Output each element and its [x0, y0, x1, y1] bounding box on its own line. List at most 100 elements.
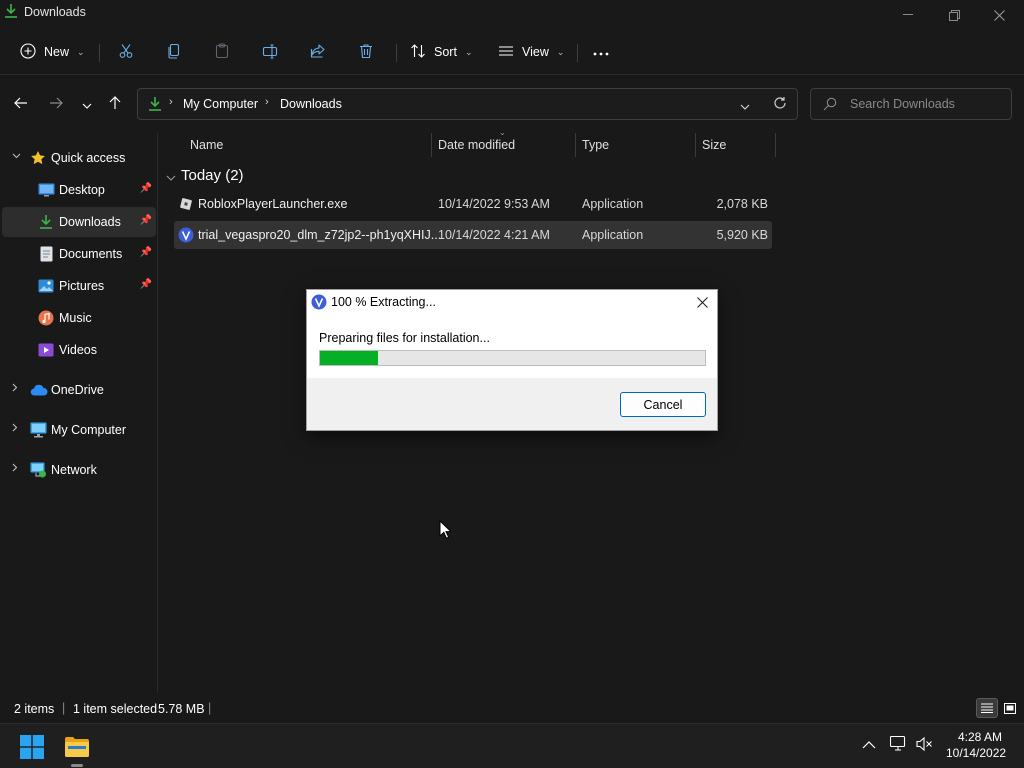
share-button[interactable] [300, 38, 336, 66]
search-placeholder: Search Downloads [850, 97, 955, 111]
forward-button[interactable] [43, 93, 69, 117]
sidebar-item-my-computer[interactable]: My Computer [2, 415, 156, 445]
running-indicator [71, 764, 83, 767]
pin-icon: 📌 [139, 279, 152, 290]
rename-button[interactable] [252, 38, 288, 66]
recent-locations-button[interactable] [74, 93, 100, 117]
paste-button[interactable] [204, 38, 240, 66]
view-list-icon [498, 43, 514, 62]
rename-icon [262, 43, 278, 62]
details-view-button[interactable] [976, 698, 998, 718]
sidebar-item-onedrive[interactable]: OneDrive [2, 375, 156, 405]
start-button[interactable] [18, 733, 46, 761]
breadcrumb-my-computer[interactable]: My Computer [183, 97, 258, 111]
arrow-up-icon [109, 95, 121, 115]
trash-icon [358, 43, 374, 62]
column-separator[interactable] [695, 133, 696, 157]
table-row[interactable]: RobloxPlayerLauncher.exe 10/14/2022 9:53… [174, 190, 772, 218]
table-row[interactable]: trial_vegaspro20_dlm_z72jp2--ph1yqXHIJ..… [174, 221, 772, 249]
cancel-button[interactable]: Cancel [620, 392, 706, 417]
view-button[interactable]: View ⌄ [490, 38, 572, 66]
more-options-button[interactable] [583, 38, 619, 66]
search-icon [823, 97, 837, 114]
copy-icon [166, 43, 182, 62]
close-window-button[interactable] [976, 0, 1022, 30]
view-label: View [522, 45, 549, 59]
download-icon [39, 214, 53, 233]
column-separator[interactable] [575, 133, 576, 157]
status-bar: 2 items | 1 item selected 5.78 MB | [0, 697, 1024, 721]
volume-button[interactable] [916, 736, 934, 754]
column-header-size[interactable]: Size [702, 138, 726, 152]
back-button[interactable] [8, 93, 34, 117]
sidebar-item-downloads[interactable]: Downloads 📌 [2, 207, 156, 237]
sidebar-item-music[interactable]: Music [2, 303, 156, 333]
up-button[interactable] [102, 93, 128, 117]
file-explorer-taskbar-button[interactable] [62, 732, 92, 762]
chevron-down-icon: ⌄ [464, 46, 473, 57]
arrow-left-icon [14, 96, 28, 114]
toolbar-separator [99, 44, 100, 62]
desktop-icon [38, 183, 55, 200]
group-label: Today (2) [181, 167, 244, 184]
large-icons-view-button[interactable] [1000, 698, 1020, 718]
chevron-right-icon [12, 383, 18, 395]
search-box[interactable]: Search Downloads [810, 88, 1012, 120]
file-date: 10/14/2022 4:21 AM [438, 228, 550, 242]
navigation-pane: Quick access Desktop 📌 Downloads 📌 Docum… [0, 133, 158, 693]
details-view-icon [981, 703, 993, 713]
breadcrumb-downloads[interactable]: Downloads [280, 97, 342, 111]
new-label: New [44, 45, 70, 59]
pin-icon: 📌 [139, 183, 152, 194]
delete-button[interactable] [348, 38, 384, 66]
clock-date[interactable]: 10/14/2022 [946, 746, 1006, 760]
file-name: trial_vegaspro20_dlm_z72jp2--ph1yqXHIJ..… [198, 228, 442, 242]
large-icons-view-icon [1004, 702, 1016, 714]
sidebar-item-quick-access[interactable]: Quick access [2, 143, 156, 173]
minimize-button[interactable] [885, 0, 931, 30]
copy-button[interactable] [156, 38, 192, 66]
sidebar-item-documents[interactable]: Documents 📌 [2, 239, 156, 269]
sidebar-label: Videos [59, 343, 97, 357]
selection-count: 1 item selected [73, 702, 158, 716]
sidebar-item-videos[interactable]: Videos [2, 335, 156, 365]
sort-button[interactable]: Sort ⌄ [402, 38, 480, 66]
show-hidden-icons-button[interactable] [862, 738, 878, 754]
new-button[interactable]: New ⌄ [12, 38, 93, 66]
computer-icon [30, 422, 47, 441]
column-separator[interactable] [775, 133, 776, 157]
refresh-button[interactable] [773, 96, 787, 113]
dialog-close-button[interactable] [693, 293, 711, 311]
chevron-right-icon [12, 423, 18, 435]
cut-button[interactable] [108, 38, 144, 66]
extraction-progress-bar [319, 350, 706, 366]
column-header-type[interactable]: Type [582, 138, 609, 152]
document-icon [40, 246, 53, 265]
refresh-icon [774, 97, 786, 109]
taskbar: 4:28 AM 10/14/2022 [0, 723, 1024, 768]
network-status-button[interactable] [889, 735, 908, 754]
sidebar-label: My Computer [51, 423, 127, 437]
column-header-date-modified[interactable]: Date modified [438, 138, 515, 152]
sidebar-item-pictures[interactable]: Pictures 📌 [2, 271, 156, 301]
file-date: 10/14/2022 9:53 AM [438, 197, 550, 211]
breadcrumb-chevron-icon: › [265, 96, 269, 108]
column-separator[interactable] [431, 133, 432, 157]
address-history-dropdown[interactable] [740, 99, 750, 113]
restore-button[interactable] [931, 0, 977, 30]
arrow-right-icon [49, 96, 63, 114]
sidebar-item-desktop[interactable]: Desktop 📌 [2, 175, 156, 205]
plus-circle-icon [20, 42, 36, 62]
share-icon [310, 43, 326, 62]
sidebar-item-network[interactable]: Network [2, 455, 156, 485]
sort-icon [410, 43, 426, 62]
address-bar[interactable]: › My Computer › Downloads [137, 88, 798, 120]
clock-time[interactable]: 4:28 AM [958, 730, 1002, 744]
group-header-today[interactable]: Today (2) [166, 166, 406, 186]
sidebar-label: Music [59, 311, 92, 325]
chevron-down-icon: ⌄ [77, 46, 85, 57]
sidebar-label: Network [51, 463, 97, 477]
sidebar-label: Pictures [59, 279, 105, 293]
file-name: RobloxPlayerLauncher.exe [198, 197, 348, 211]
column-header-name[interactable]: Name [190, 138, 223, 152]
